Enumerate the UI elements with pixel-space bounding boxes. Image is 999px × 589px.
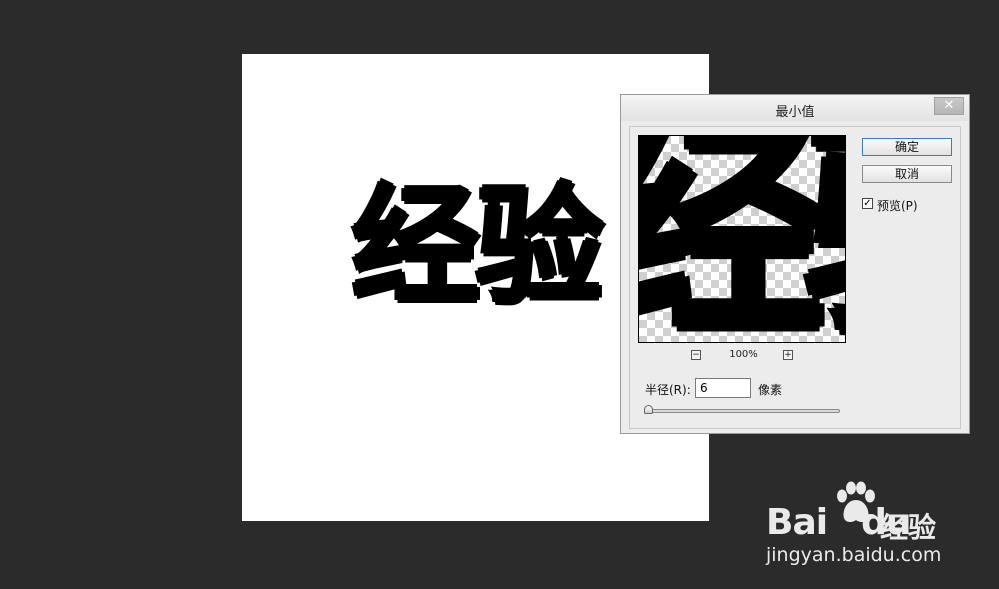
preview-checkbox-label[interactable]: 预览(P) bbox=[877, 197, 918, 214]
close-button[interactable]: ✕ bbox=[934, 97, 964, 115]
checkmark-icon: ✓ bbox=[863, 198, 872, 209]
zoom-out-button[interactable]: − bbox=[691, 350, 701, 360]
minus-icon: − bbox=[692, 350, 700, 360]
radius-label: 半径(R): bbox=[645, 383, 691, 397]
preview-checkbox[interactable]: ✓ bbox=[862, 198, 873, 209]
dialog-titlebar[interactable]: 最小值 ✕ bbox=[621, 95, 969, 121]
radius-slider-thumb[interactable] bbox=[644, 405, 653, 414]
minimum-filter-dialog: 最小值 ✕ 经验 − 100% + 确定 取消 ✓ 预览(P) 半径(R): 像… bbox=[620, 94, 970, 434]
zoom-level: 100% bbox=[729, 349, 758, 360]
ok-button[interactable]: 确定 bbox=[862, 138, 952, 156]
preview-text-layer: 经验 bbox=[639, 136, 845, 342]
cancel-button[interactable]: 取消 bbox=[862, 165, 952, 183]
watermark-url: jingyan.baidu.com bbox=[766, 544, 942, 566]
watermark-brand-cn: 经验 bbox=[880, 511, 937, 544]
radius-unit-label: 像素 bbox=[758, 383, 783, 397]
watermark-brand-bai: Bai bbox=[766, 502, 828, 543]
filter-preview[interactable]: 经验 bbox=[638, 135, 846, 343]
baidu-jingyan-watermark: Bai du 经验 jingyan.baidu.com bbox=[762, 478, 962, 573]
zoom-in-button[interactable]: + bbox=[783, 350, 793, 360]
radius-input[interactable] bbox=[695, 378, 751, 398]
canvas-text-layer: 经验 bbox=[352, 173, 604, 322]
radius-slider-track[interactable] bbox=[645, 409, 840, 413]
plus-icon: + bbox=[784, 350, 792, 360]
dialog-title: 最小值 bbox=[775, 105, 815, 120]
close-icon: ✕ bbox=[943, 98, 955, 113]
